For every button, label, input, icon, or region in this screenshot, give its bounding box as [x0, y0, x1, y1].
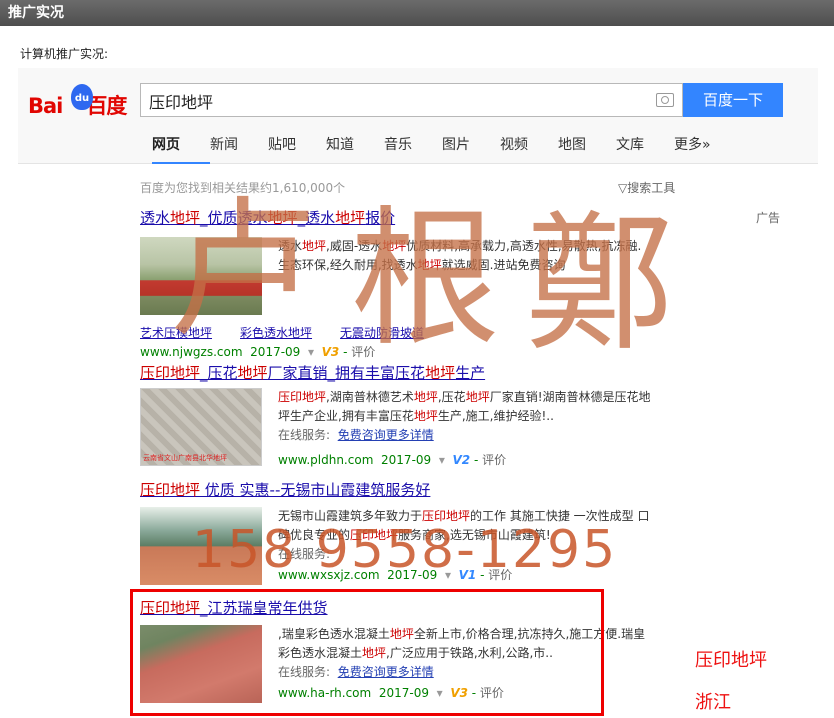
ad-label: 广告	[756, 211, 781, 225]
verified-badge[interactable]: V3	[322, 345, 340, 359]
sublink[interactable]: 彩色透水地坪	[240, 324, 312, 341]
search-tabs: 网页 新闻 贴吧 知道 音乐 图片 视频 地图 文库 更多»	[152, 134, 732, 164]
sublink[interactable]: 无震动防滑坡道	[340, 324, 424, 341]
result-description: 压印地坪,湖南普林德艺术地坪,压花地坪厂家直销!湖南普林德是压花地 坪生产企业,…	[278, 390, 651, 442]
result-thumbnail[interactable]: 云南省文山广南县北华地坪	[140, 388, 262, 466]
result-meta: www.pldhn.com 2017-09 ▾ V2 - 评价	[278, 453, 507, 467]
result-description: 透水地坪,威固-透水地坪优质材料,高承载力,高透水性,易散热,抗冻融. 生态环保…	[278, 239, 642, 272]
consult-link[interactable]: 免费咨询更多详情	[338, 428, 434, 442]
tab-1[interactable]: 新闻	[210, 134, 268, 164]
annotation-region: 浙江	[695, 692, 731, 713]
logo-text-bai: Bai	[28, 94, 63, 118]
search-button[interactable]: 百度一下	[683, 83, 783, 117]
tab-9[interactable]: 更多»	[674, 134, 732, 164]
window-title-bar: 推广实况	[0, 0, 834, 26]
tab-7[interactable]: 地图	[558, 134, 616, 164]
tab-8[interactable]: 文库	[616, 134, 674, 164]
chevron-down-icon[interactable]: ▾	[439, 453, 445, 467]
result-description: 无锡市山霞建筑多年致力于压印地坪的工作 其施工快捷 一次性成型 口 碑优良专业的…	[278, 509, 650, 561]
result-title[interactable]: 透水地坪_优质透水地坪_透水地坪报价	[140, 207, 700, 228]
paw-icon: du	[71, 84, 93, 110]
window-title: 推广实况	[8, 5, 64, 21]
eval-link[interactable]: 评价	[482, 453, 506, 467]
tab-6[interactable]: 视频	[500, 134, 558, 164]
result-meta: www.wxsxjz.com 2017-09 ▾ V1 - 评价	[278, 568, 513, 582]
highlight-frame	[130, 589, 604, 716]
result-title[interactable]: 压印地坪_压花地坪厂家直销_拥有丰富压花地坪生产	[140, 362, 700, 383]
verified-badge[interactable]: V1	[459, 568, 477, 582]
result-url[interactable]: www.wxsxjz.com	[278, 568, 380, 582]
section-subtitle: 计算机推广实况:	[20, 47, 109, 61]
result-url[interactable]: www.pldhn.com	[278, 453, 373, 467]
eval-link[interactable]: 评价	[351, 345, 375, 359]
search-tools[interactable]: ▽搜索工具	[618, 179, 675, 196]
camera-icon[interactable]	[656, 93, 674, 107]
verified-badge[interactable]: V2	[452, 453, 470, 467]
tab-5[interactable]: 图片	[442, 134, 500, 164]
chevron-down-icon[interactable]: ▾	[445, 568, 451, 582]
result-item: 压印地坪_压花地坪厂家直销_拥有丰富压花地坪生产 云南省文山广南县北华地坪 压印…	[140, 362, 700, 467]
result-count: 百度为您找到相关结果约1,610,000个	[140, 181, 346, 195]
baidu-header: Bai 百度 du 压印地坪 百度一下 网页 新闻 贴吧 知道 音乐 图片 视频 地图 文库 更多»	[18, 68, 818, 164]
result-thumbnail[interactable]	[140, 507, 262, 585]
annotation-keyword: 压印地坪	[695, 650, 767, 671]
search-input[interactable]: 压印地坪	[149, 89, 213, 113]
search-box[interactable]: 压印地坪	[140, 83, 683, 117]
eval-link[interactable]: 评价	[488, 568, 512, 582]
chevron-down-icon[interactable]: ▾	[308, 345, 314, 359]
result-title[interactable]: 压印地坪 优质 实惠--无锡市山霞建筑服务好	[140, 479, 700, 500]
result-item: 压印地坪 优质 实惠--无锡市山霞建筑服务好 无锡市山霞建筑多年致力于压印地坪的…	[140, 479, 700, 585]
result-url[interactable]: www.njwgzs.com	[140, 345, 243, 359]
sublink[interactable]: 艺术压模地坪	[140, 324, 212, 341]
tab-0[interactable]: 网页	[152, 134, 210, 164]
result-item: 透水地坪_优质透水地坪_透水地坪报价 透水地坪,威固-透水地坪优质材料,高承载力…	[140, 207, 700, 359]
tab-2[interactable]: 贴吧	[268, 134, 326, 164]
thumbnail-caption: 云南省文山广南县北华地坪	[143, 454, 227, 462]
result-meta: www.njwgzs.com 2017-09 ▾ V3 - 评价	[140, 345, 376, 359]
tab-4[interactable]: 音乐	[384, 134, 442, 164]
result-sublinks: 艺术压模地坪 彩色透水地坪 无震动防滑坡道	[140, 324, 424, 341]
result-thumbnail[interactable]	[140, 237, 262, 315]
tab-3[interactable]: 知道	[326, 134, 384, 164]
baidu-logo[interactable]: Bai 百度 du	[28, 84, 132, 118]
